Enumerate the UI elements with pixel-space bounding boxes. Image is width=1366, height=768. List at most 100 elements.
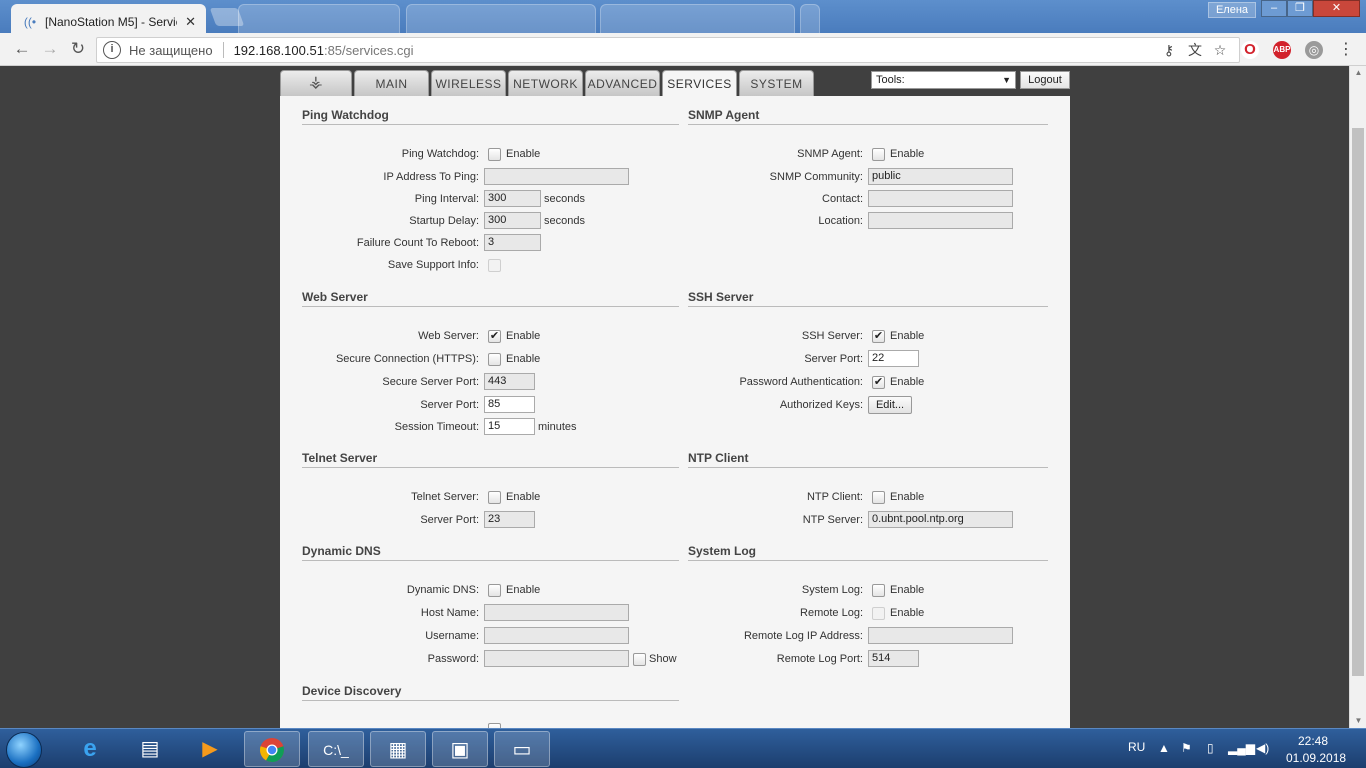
section-telnet-server: Telnet Server bbox=[302, 451, 679, 468]
show-password-checkbox[interactable] bbox=[633, 653, 646, 666]
volume-icon[interactable]: ◀) bbox=[1256, 741, 1269, 755]
remote-log-checkbox[interactable] bbox=[872, 607, 885, 620]
tab-active[interactable]: ((• [NanoStation M5] - Services ✕ bbox=[11, 4, 206, 33]
remote-app-icon[interactable]: ▣ bbox=[432, 731, 488, 767]
tab-main[interactable]: MAIN bbox=[354, 70, 429, 96]
tab-background[interactable] bbox=[238, 4, 400, 33]
reload-icon[interactable]: ↻ bbox=[68, 39, 88, 59]
tab-background[interactable] bbox=[600, 4, 795, 33]
https-checkbox[interactable] bbox=[488, 353, 501, 366]
tab-wireless[interactable]: WIRELESS bbox=[431, 70, 506, 96]
ping-watchdog-checkbox[interactable] bbox=[488, 148, 501, 161]
session-timeout-input[interactable]: 15 bbox=[484, 418, 535, 435]
back-icon[interactable]: ← bbox=[12, 39, 32, 59]
snmp-community-input[interactable]: public bbox=[868, 168, 1013, 185]
ssh-server-checkbox[interactable]: ✔ bbox=[872, 330, 885, 343]
web-port-input[interactable]: 85 bbox=[484, 396, 535, 413]
network-tool-icon[interactable]: ▦ bbox=[370, 731, 426, 767]
flag-icon[interactable]: ⚑ bbox=[1181, 741, 1192, 755]
tab-services[interactable]: SERVICES bbox=[662, 70, 737, 96]
tab-advanced[interactable]: ADVANCED bbox=[585, 70, 660, 96]
battery-icon[interactable]: ▯ bbox=[1207, 741, 1214, 755]
snmp-contact-label: Contact: bbox=[822, 193, 863, 205]
secure-port-input[interactable]: 443 bbox=[484, 373, 535, 390]
username-input[interactable] bbox=[484, 627, 629, 644]
snmp-community-label: SNMP Community: bbox=[769, 171, 863, 183]
section-ntp-client: NTP Client bbox=[688, 451, 1048, 468]
clock-date[interactable]: 01.09.2018 bbox=[1286, 751, 1346, 765]
tab-background[interactable] bbox=[406, 4, 596, 33]
tray-expand-icon[interactable]: ▲ bbox=[1158, 741, 1170, 755]
scroll-down-icon[interactable]: ▼ bbox=[1350, 714, 1366, 728]
ubnt-logo-icon[interactable]: ⚶ bbox=[280, 70, 352, 96]
snmp-location-label: Location: bbox=[818, 215, 863, 227]
ping-interval-unit: seconds bbox=[544, 193, 585, 205]
ping-interval-input[interactable]: 300 bbox=[484, 190, 541, 207]
remote-log-port-input[interactable]: 514 bbox=[868, 650, 919, 667]
start-button[interactable] bbox=[6, 732, 42, 768]
ddns-checkbox[interactable] bbox=[488, 584, 501, 597]
telnet-port-label: Server Port: bbox=[420, 514, 479, 526]
menu-icon[interactable]: ⋮ bbox=[1337, 41, 1355, 59]
password-input[interactable] bbox=[484, 650, 629, 667]
ip-to-ping-input[interactable] bbox=[484, 168, 629, 185]
translate-icon[interactable]: 文 bbox=[1186, 41, 1204, 59]
logout-button[interactable]: Logout bbox=[1020, 71, 1070, 89]
tools-select[interactable]: Tools: ▼ bbox=[871, 71, 1016, 89]
forward-icon[interactable]: → bbox=[40, 39, 60, 59]
system-log-checkbox[interactable] bbox=[872, 584, 885, 597]
tab-background[interactable] bbox=[800, 4, 820, 33]
signal-icon[interactable]: ▂▄▆ bbox=[1228, 741, 1255, 755]
scroll-up-icon[interactable]: ▲ bbox=[1350, 66, 1366, 80]
chevron-down-icon: ▼ bbox=[1002, 75, 1011, 85]
key-icon[interactable]: ⚷ bbox=[1160, 41, 1178, 59]
edit-keys-button[interactable]: Edit... bbox=[868, 396, 912, 414]
ie-icon[interactable]: e bbox=[62, 731, 118, 767]
extension-icon[interactable]: ◎ bbox=[1305, 41, 1323, 59]
profile-button[interactable]: Елена bbox=[1208, 2, 1256, 18]
https-label: Secure Connection (HTTPS): bbox=[335, 353, 479, 365]
tab-system[interactable]: SYSTEM bbox=[739, 70, 814, 96]
ntp-server-input[interactable]: 0.ubnt.pool.ntp.org bbox=[868, 511, 1013, 528]
telnet-port-input[interactable]: 23 bbox=[484, 511, 535, 528]
ntp-client-checkbox[interactable] bbox=[872, 491, 885, 504]
tab-title: [NanoStation M5] - Services bbox=[45, 14, 177, 29]
scrollbar-thumb[interactable] bbox=[1352, 128, 1364, 676]
page-viewport: ⚶ MAIN WIRELESS NETWORK ADVANCED SERVICE… bbox=[0, 66, 1349, 728]
authorized-keys-label: Authorized Keys: bbox=[779, 399, 863, 411]
address-bar[interactable]: i Не защищено 192.168.100.51 :85/service… bbox=[96, 37, 1240, 63]
monitor-icon[interactable]: ▭ bbox=[494, 731, 550, 767]
clock-time[interactable]: 22:48 bbox=[1298, 734, 1328, 748]
adblock-icon[interactable]: ABP bbox=[1273, 41, 1291, 59]
explorer-icon[interactable]: ▤ bbox=[122, 731, 178, 767]
close-window-button[interactable]: ✕ bbox=[1313, 0, 1360, 17]
password-label: Password: bbox=[427, 653, 479, 665]
remote-log-ip-input[interactable] bbox=[868, 627, 1013, 644]
page-scrollbar[interactable]: ▲ ▼ bbox=[1349, 66, 1366, 728]
snmp-contact-input[interactable] bbox=[868, 190, 1013, 207]
info-icon[interactable]: i bbox=[103, 41, 121, 59]
opera-icon[interactable]: O bbox=[1241, 41, 1259, 59]
snmp-location-input[interactable] bbox=[868, 212, 1013, 229]
save-support-checkbox[interactable] bbox=[488, 259, 501, 272]
minimize-button[interactable]: – bbox=[1261, 0, 1287, 17]
tab-network[interactable]: NETWORK bbox=[508, 70, 583, 96]
terminal-icon[interactable]: C:\_ bbox=[308, 731, 364, 767]
language-indicator[interactable]: RU bbox=[1128, 740, 1145, 754]
chrome-icon[interactable] bbox=[244, 731, 300, 767]
startup-delay-input[interactable]: 300 bbox=[484, 212, 541, 229]
tab-close-icon[interactable]: ✕ bbox=[185, 14, 196, 30]
security-label: Не защищено bbox=[129, 42, 213, 58]
failure-count-input[interactable]: 3 bbox=[484, 234, 541, 251]
save-support-label: Save Support Info: bbox=[387, 259, 479, 271]
password-auth-checkbox[interactable]: ✔ bbox=[872, 376, 885, 389]
web-server-checkbox[interactable]: ✔ bbox=[488, 330, 501, 343]
star-icon[interactable]: ☆ bbox=[1211, 41, 1229, 59]
maximize-button[interactable]: ❐ bbox=[1287, 0, 1313, 17]
snmp-agent-checkbox[interactable] bbox=[872, 148, 885, 161]
ssh-port-input[interactable]: 22 bbox=[868, 350, 919, 367]
telnet-server-checkbox[interactable] bbox=[488, 491, 501, 504]
password-auth-enable-text: Enable bbox=[890, 376, 925, 388]
media-player-icon[interactable]: ▶ bbox=[182, 731, 238, 767]
host-name-input[interactable] bbox=[484, 604, 629, 621]
